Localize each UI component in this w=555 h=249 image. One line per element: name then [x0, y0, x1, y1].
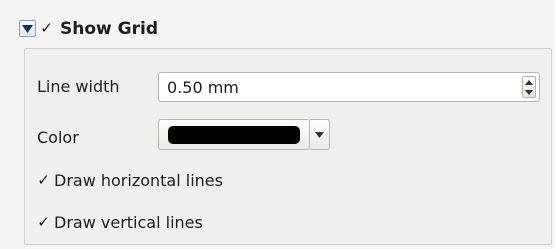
collapse-toggle-button[interactable]	[19, 20, 36, 37]
checkmark-icon: ✓	[37, 213, 50, 231]
show-grid-group: ✓ Show Grid Line width 0.50 mm Color ✓ D…	[12, 10, 552, 246]
color-dropdown-button[interactable]	[310, 119, 330, 150]
draw-horizontal-lines-option[interactable]: ✓ Draw horizontal lines	[36, 170, 296, 192]
draw-vertical-lines-checkbox[interactable]: ✓	[36, 215, 51, 230]
draw-vertical-lines-label[interactable]: Draw vertical lines	[54, 213, 203, 233]
line-width-spinbox[interactable]: 0.50 mm	[158, 72, 540, 102]
show-grid-checkbox[interactable]: ✓	[39, 21, 54, 36]
line-width-label: Line width	[37, 77, 120, 96]
color-button[interactable]	[158, 119, 310, 150]
draw-horizontal-lines-label[interactable]: Draw horizontal lines	[54, 171, 223, 191]
spin-down-button[interactable]	[523, 87, 535, 97]
spin-up-button[interactable]	[523, 77, 535, 87]
group-title: Show Grid	[60, 19, 158, 39]
arrow-up-icon	[525, 79, 533, 85]
draw-horizontal-lines-checkbox[interactable]: ✓	[36, 173, 51, 188]
line-width-value[interactable]: 0.50 mm	[167, 78, 239, 98]
color-swatch	[168, 126, 300, 144]
color-label: Color	[37, 128, 79, 147]
arrow-down-icon	[525, 89, 533, 95]
spin-buttons	[522, 76, 536, 98]
checkmark-icon: ✓	[37, 171, 50, 189]
draw-vertical-lines-option[interactable]: ✓ Draw vertical lines	[36, 212, 266, 234]
group-body: Line width 0.50 mm Color ✓ Draw horizont…	[24, 48, 552, 245]
triangle-down-icon	[22, 24, 33, 33]
group-header: ✓ Show Grid	[12, 10, 552, 48]
checkmark-icon: ✓	[40, 19, 53, 37]
chevron-down-icon	[315, 131, 324, 138]
